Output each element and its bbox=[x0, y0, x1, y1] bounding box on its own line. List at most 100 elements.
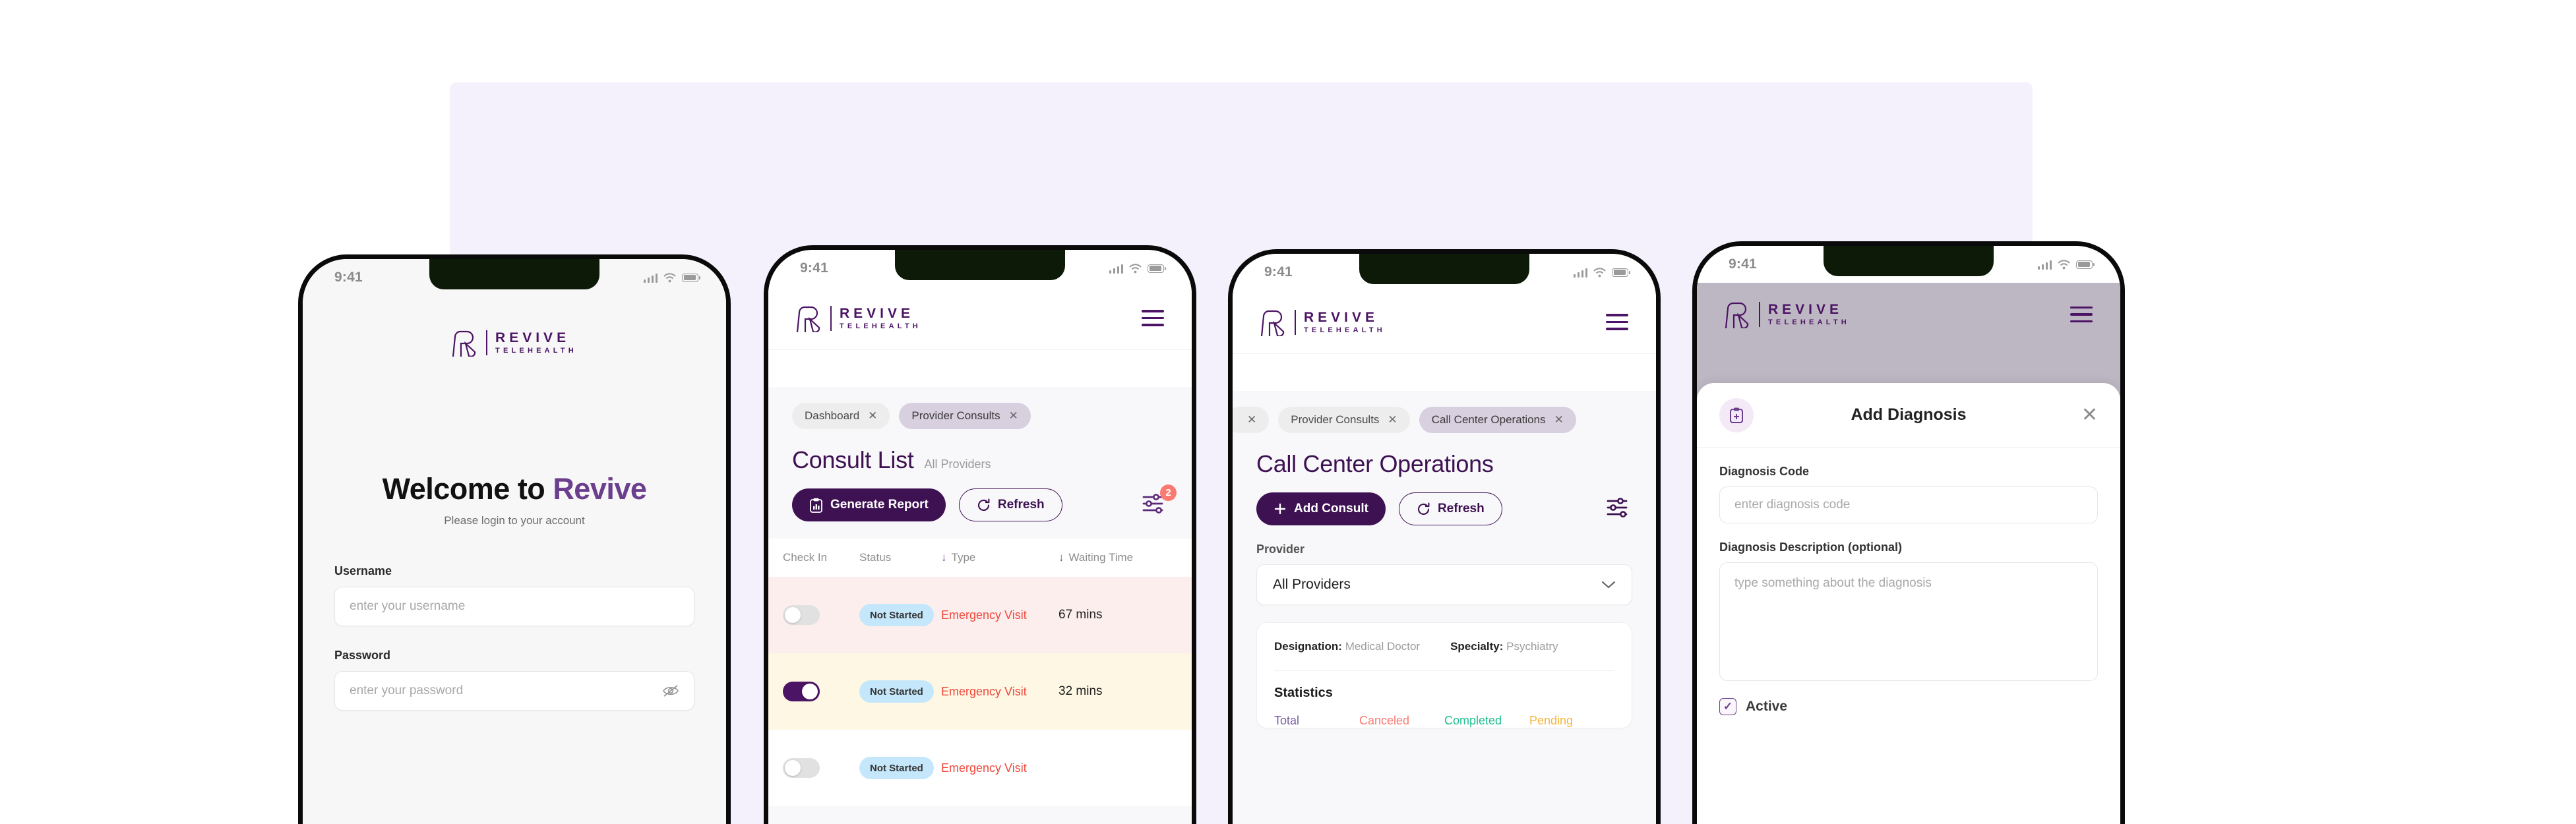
status-time: 9:41 bbox=[1729, 256, 1757, 272]
welcome-prefix: Welcome to bbox=[382, 472, 553, 506]
specialty-label: Specialty: bbox=[1450, 640, 1504, 653]
close-icon[interactable]: ✕ bbox=[1247, 413, 1256, 427]
chip-overflow[interactable]: ✕ bbox=[1233, 407, 1270, 433]
call-center-body: ✕ Provider Consults ✕ Call Center Operat… bbox=[1233, 391, 1656, 824]
waiting-time: 67 mins bbox=[1058, 608, 1103, 622]
table-row[interactable]: Not Started Emergency Visit bbox=[768, 730, 1192, 806]
active-checkbox[interactable]: ✓ bbox=[1719, 698, 1736, 715]
column-header-check-in[interactable]: Check In bbox=[783, 551, 859, 564]
active-checkbox-row[interactable]: ✓ Active bbox=[1719, 698, 2098, 715]
close-icon[interactable]: ✕ bbox=[1388, 413, 1397, 427]
eye-off-icon[interactable] bbox=[662, 684, 679, 698]
specialty-field: Specialty: Psychiatry bbox=[1450, 640, 1558, 653]
consult-list-root: REVIVE TELEHEALTH Dashboard ✕ Provider C… bbox=[768, 287, 1192, 824]
divider bbox=[1274, 670, 1614, 671]
hamburger-menu-icon[interactable] bbox=[1142, 310, 1164, 326]
column-header-status[interactable]: Status bbox=[859, 551, 941, 564]
chip-provider-consults[interactable]: Provider Consults ✕ bbox=[1278, 407, 1410, 433]
status-time: 9:41 bbox=[1264, 264, 1293, 280]
close-icon[interactable]: ✕ bbox=[1009, 409, 1018, 423]
close-icon[interactable]: ✕ bbox=[1554, 413, 1564, 427]
phone-consult-list-screen: REVIVE TELEHEALTH Dashboard ✕ Provider C… bbox=[768, 250, 1192, 824]
logo-brand-name: REVIVE bbox=[840, 305, 915, 321]
refresh-label: Refresh bbox=[997, 498, 1045, 512]
column-header-type[interactable]: ↓ Type bbox=[941, 551, 1058, 564]
filter-badge: 2 bbox=[1160, 484, 1177, 501]
provider-label: Provider bbox=[1256, 543, 1305, 556]
app-logo: REVIVE TELEHEALTH bbox=[796, 305, 921, 332]
action-row: Generate Report Refresh 2 bbox=[768, 474, 1192, 521]
phone-login-screen: REVIVE TELEHEALTH Welcome to Revive Plea… bbox=[303, 259, 726, 824]
hamburger-menu-icon[interactable] bbox=[2070, 306, 2093, 323]
revive-logomark-icon bbox=[1260, 310, 1285, 336]
add-consult-button[interactable]: Add Consult bbox=[1256, 492, 1386, 525]
statistics-labels-row: Total Canceled Completed Pending bbox=[1274, 714, 1614, 728]
active-checkbox-label: Active bbox=[1746, 699, 1788, 714]
check-in-toggle[interactable] bbox=[783, 758, 820, 778]
clipboard-medical-icon bbox=[1719, 397, 1754, 432]
consult-type: Emergency Visit bbox=[941, 684, 1027, 698]
filter-button[interactable] bbox=[1606, 496, 1632, 523]
login-subtitle: Please login to your account bbox=[444, 514, 585, 527]
app-bar: REVIVE TELEHEALTH bbox=[1697, 283, 2120, 346]
welcome-heading: Welcome to Revive bbox=[303, 472, 726, 506]
phone-add-diagnosis: REVIVE TELEHEALTH Add Diagnosis ✕ Diagno… bbox=[1692, 241, 2125, 824]
chip-provider-consults[interactable]: Provider Consults ✕ bbox=[899, 403, 1031, 429]
app-logo: REVIVE TELEHEALTH bbox=[1260, 309, 1386, 336]
diagnosis-code-placeholder: enter diagnosis code bbox=[1734, 498, 1851, 512]
app-bar: REVIVE TELEHEALTH bbox=[1233, 291, 1656, 354]
consult-type: Emergency Visit bbox=[941, 761, 1027, 775]
refresh-button[interactable]: Refresh bbox=[958, 488, 1062, 521]
check-in-toggle[interactable] bbox=[783, 682, 820, 701]
refresh-icon bbox=[977, 498, 990, 511]
column-header-waiting-time[interactable]: ↓ Waiting Time bbox=[1058, 551, 1177, 564]
add-diagnosis-modal: Add Diagnosis ✕ Diagnosis Code enter dia… bbox=[1697, 383, 2120, 824]
table-row[interactable]: Not Started Emergency Visit 67 mins bbox=[768, 577, 1192, 653]
clipboard-medical-glyph bbox=[1730, 407, 1743, 423]
username-input[interactable]: enter your username bbox=[334, 587, 694, 626]
page-title-text: Consult List bbox=[792, 446, 914, 473]
sort-arrow-icon: ↓ bbox=[1058, 551, 1064, 564]
phone-consult-list: REVIVE TELEHEALTH Dashboard ✕ Provider C… bbox=[764, 245, 1196, 824]
stat-label-pending: Pending bbox=[1529, 714, 1574, 727]
app-logo: REVIVE TELEHEALTH bbox=[1725, 301, 1850, 328]
page-title: Consult List All Providers bbox=[768, 429, 1192, 474]
password-input[interactable]: enter your password bbox=[334, 671, 694, 711]
generate-report-button[interactable]: Generate Report bbox=[792, 488, 946, 521]
password-label: Password bbox=[334, 649, 391, 662]
logo-brand-name: REVIVE bbox=[495, 330, 570, 345]
diagnosis-description-textarea[interactable]: type something about the diagnosis bbox=[1719, 562, 2098, 681]
provider-select[interactable]: All Providers bbox=[1256, 564, 1632, 605]
status-time: 9:41 bbox=[334, 270, 363, 285]
phone-notch bbox=[429, 259, 599, 289]
filter-button[interactable]: 2 bbox=[1142, 484, 1177, 519]
logo-brand-name: REVIVE bbox=[1768, 302, 1843, 317]
phone-call-center-screen: REVIVE TELEHEALTH ✕ Provider Consults ✕ … bbox=[1233, 254, 1656, 824]
app-bar: REVIVE TELEHEALTH bbox=[768, 287, 1192, 350]
hamburger-menu-icon[interactable] bbox=[1606, 314, 1628, 330]
provider-selected-value: All Providers bbox=[1273, 577, 1351, 592]
chip-call-center-operations[interactable]: Call Center Operations ✕ bbox=[1419, 407, 1576, 433]
check-in-toggle[interactable] bbox=[783, 605, 820, 625]
wifi-icon bbox=[663, 272, 676, 282]
breadcrumb-chips: Dashboard ✕ Provider Consults ✕ bbox=[768, 387, 1192, 429]
username-placeholder: enter your username bbox=[350, 599, 466, 613]
diagnosis-description-label: Diagnosis Description (optional) bbox=[1719, 541, 1903, 554]
stat-label-total: Total bbox=[1274, 714, 1300, 727]
cellular-signal-icon bbox=[643, 273, 658, 283]
status-badge: Not Started bbox=[859, 604, 934, 626]
refresh-button[interactable]: Refresh bbox=[1398, 492, 1502, 525]
statistics-heading: Statistics bbox=[1274, 686, 1333, 700]
table-row[interactable]: Not Started Emergency Visit 32 mins bbox=[768, 653, 1192, 730]
chip-dashboard[interactable]: Dashboard ✕ bbox=[792, 403, 890, 429]
modal-title: Add Diagnosis bbox=[1851, 405, 1967, 424]
chip-provider-consults-label: Provider Consults bbox=[911, 409, 1000, 422]
add-consult-label: Add Consult bbox=[1294, 502, 1368, 515]
page-subtitle: All Providers bbox=[924, 457, 991, 471]
provider-meta: Designation: Medical Doctor Specialty: P… bbox=[1274, 640, 1614, 653]
phone-call-center: REVIVE TELEHEALTH ✕ Provider Consults ✕ … bbox=[1228, 249, 1661, 824]
diagnosis-code-label: Diagnosis Code bbox=[1719, 465, 1810, 478]
diagnosis-code-input[interactable]: enter diagnosis code bbox=[1719, 486, 2098, 523]
close-icon[interactable]: ✕ bbox=[868, 409, 877, 423]
close-icon[interactable]: ✕ bbox=[2081, 405, 2098, 425]
